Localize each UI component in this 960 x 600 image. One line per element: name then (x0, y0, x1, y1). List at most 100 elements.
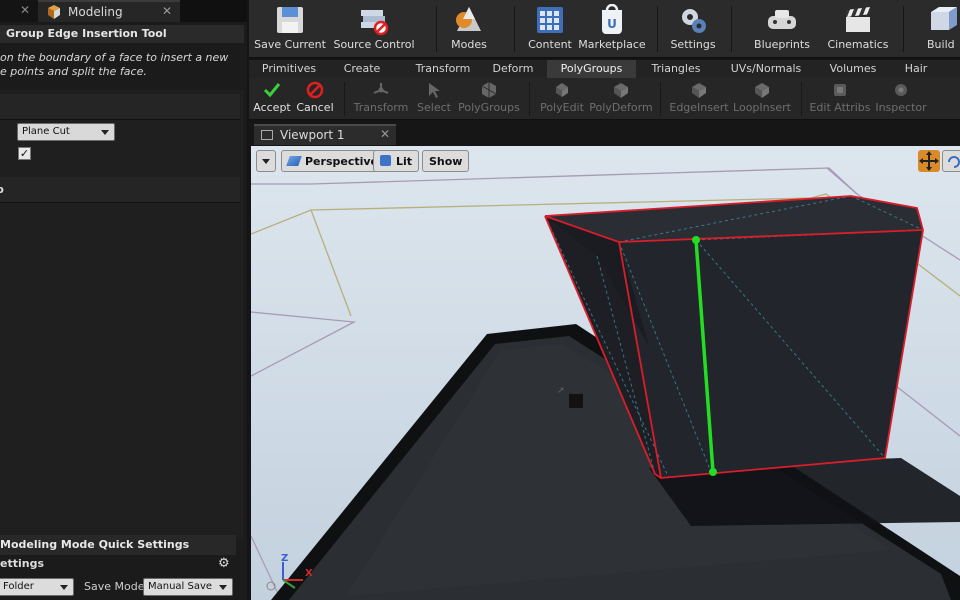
polydeform-icon (614, 83, 628, 98)
palette-divider (529, 82, 530, 116)
accept-button[interactable]: Accept (251, 78, 293, 120)
edgeinsert-icon (692, 83, 706, 98)
insertion-mode-combo[interactable]: Plane Cut (17, 123, 115, 141)
gear-icon[interactable]: ⚙ (218, 557, 232, 571)
left-tab-strip: ✕ Modeling ✕ (0, 0, 247, 22)
tab-triangles[interactable]: Triangles (641, 60, 711, 78)
edit-attribs-tool-button[interactable]: Edit Attribs (807, 78, 873, 120)
build-button[interactable]: Build (921, 0, 960, 58)
content-icon (537, 7, 563, 33)
mode-tabs: Primitives Create Transform Deform PolyG… (249, 60, 960, 78)
blueprints-label: Blueprints (754, 38, 810, 51)
folder-combo[interactable]: Folder (0, 578, 74, 596)
toolbar-divider (436, 6, 437, 52)
transform-tool-button[interactable]: Transform (349, 78, 413, 120)
tool-description: on the boundary of a face to insert a ne… (0, 51, 240, 79)
edge-vertex[interactable] (692, 236, 700, 244)
modes-icon (456, 7, 481, 31)
tool-palette: Accept Cancel Transform Select PolyGroup… (249, 78, 960, 120)
perspective-icon (286, 156, 302, 166)
edgeinsert-tool-label: EdgeInsert (669, 101, 729, 114)
palette-divider (344, 82, 345, 116)
modeling-tab[interactable]: Modeling ✕ (38, 0, 180, 22)
tab-primitives[interactable]: Primitives (254, 60, 324, 78)
perspective-label: Perspective (305, 155, 379, 168)
close-icon[interactable]: ✕ (162, 4, 172, 18)
show-label: Show (429, 155, 463, 168)
marketplace-button[interactable]: U Marketplace (577, 0, 647, 58)
close-icon[interactable]: ✕ (380, 127, 390, 141)
toolbar-divider (514, 6, 515, 52)
small-cube[interactable] (569, 394, 583, 408)
axis-gizmo (266, 562, 303, 591)
toolbar-divider (903, 6, 904, 52)
polygroups-icon (481, 82, 497, 98)
tab-uvs-normals[interactable]: UVs/Normals (723, 60, 809, 78)
transform-icon (373, 83, 389, 94)
svg-text:↗: ↗ (557, 386, 565, 396)
polydeform-tool-button[interactable]: PolyDeform (589, 78, 653, 120)
folder-value: Folder (3, 581, 34, 592)
viewport-tab-label: Viewport 1 (280, 128, 345, 142)
content-button[interactable]: Content (521, 0, 579, 58)
translate-mode-button[interactable] (918, 150, 940, 172)
lit-button[interactable]: Lit (373, 150, 420, 172)
tab-transform[interactable]: Transform (401, 60, 485, 78)
save-current-label: Save Current (254, 38, 326, 51)
option-checkbox[interactable]: ✓ (18, 147, 31, 160)
save-current-button[interactable]: Save Current (253, 0, 327, 58)
category-header-2[interactable]: p (0, 177, 240, 203)
tab-create[interactable]: Create (333, 60, 391, 78)
cinematics-button[interactable]: Cinematics (825, 0, 891, 58)
loopinsert-tool-button[interactable]: LoopInsert (731, 78, 793, 120)
lit-icon (380, 155, 391, 166)
palette-divider (801, 82, 802, 116)
save-mode-value: Manual Save (148, 581, 213, 592)
viewport-options-button[interactable] (256, 150, 276, 172)
inspector-icon (895, 84, 907, 96)
polygroups-tool-button[interactable]: PolyGroups (455, 78, 523, 120)
cancel-button[interactable]: Cancel (293, 78, 337, 120)
previous-tab[interactable]: ✕ (0, 0, 38, 22)
chevron-down-icon (219, 585, 227, 590)
modeling-panel: ✕ Modeling ✕ Group Edge Insertion Tool o… (0, 0, 247, 600)
toolbar-divider (657, 6, 658, 52)
chevron-down-icon (60, 585, 68, 590)
show-button[interactable]: Show (422, 150, 470, 172)
palette-divider (660, 82, 661, 116)
tab-hair[interactable]: Hair (897, 60, 935, 78)
build-icon (931, 7, 957, 30)
settings-button[interactable]: Settings (663, 0, 723, 58)
modes-button[interactable]: Modes (439, 0, 499, 58)
lit-label: Lit (396, 155, 413, 168)
svg-text:U: U (607, 17, 617, 31)
edgeinsert-tool-button[interactable]: EdgeInsert (667, 78, 731, 120)
cancel-icon (306, 81, 324, 99)
perspective-button[interactable]: Perspective (281, 150, 386, 172)
tab-polygroups[interactable]: PolyGroups (547, 60, 636, 78)
edge-vertex[interactable] (709, 468, 717, 476)
viewport-tab[interactable]: Viewport 1 ✕ (254, 124, 396, 145)
polyedit-tool-button[interactable]: PolyEdit (535, 78, 589, 120)
blueprints-button[interactable]: Blueprints (749, 0, 815, 58)
content-label: Content (528, 38, 572, 51)
tool-description-line: e points and split the face. (0, 65, 147, 78)
viewport-icon (261, 130, 273, 140)
viewport-scene[interactable]: ↗ (251, 146, 960, 600)
marketplace-icon: U (602, 4, 622, 34)
category-header[interactable] (0, 94, 240, 120)
close-icon[interactable]: ✕ (20, 3, 30, 17)
source-control-button[interactable]: Source Control (331, 0, 417, 58)
save-mode-combo[interactable]: Manual Save (143, 578, 233, 596)
edit-attribs-icon (834, 84, 846, 96)
tab-volumes[interactable]: Volumes (819, 60, 887, 78)
viewport[interactable]: ↗ Perspective Lit Show Z X (251, 146, 960, 600)
select-tool-button[interactable]: Select (413, 78, 455, 120)
save-mode-label: Save Mode (84, 580, 145, 593)
blueprints-icon (768, 10, 796, 29)
inspector-tool-button[interactable]: Inspector (873, 78, 929, 120)
rotate-mode-button[interactable] (942, 150, 960, 172)
axis-z-label: Z (281, 553, 289, 564)
tab-deform[interactable]: Deform (485, 60, 541, 78)
settings-label: ettings (0, 557, 44, 570)
